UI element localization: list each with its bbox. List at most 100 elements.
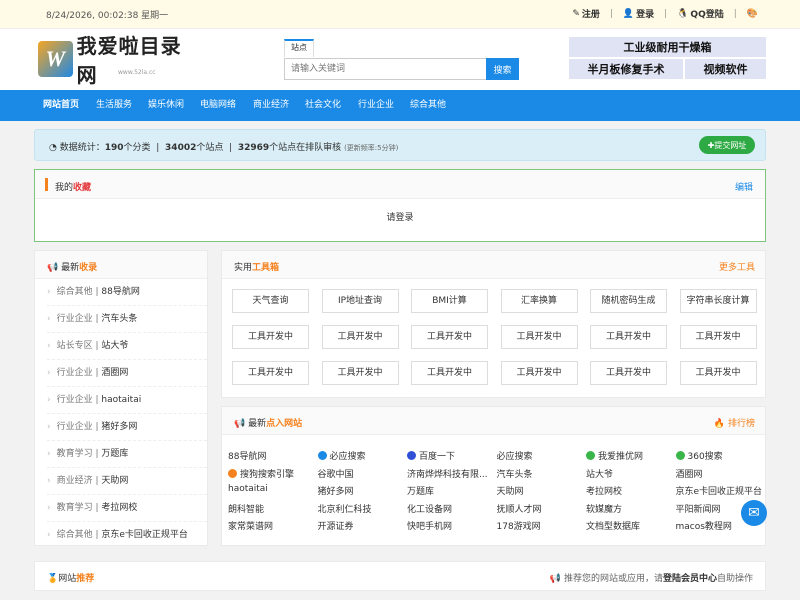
item-name: 万题库 [101,449,129,459]
tool-button[interactable]: 工具开发中 [411,361,488,385]
more-tools-link[interactable]: 更多工具 [719,260,755,273]
list-item[interactable]: › 站长专区 | 站大爷 [47,333,207,360]
search-tab-site[interactable]: 站点 [284,39,314,57]
site-link[interactable]: 必应搜索 [497,449,585,462]
list-item[interactable]: › 行业企业 | 猪好多网 [47,414,207,441]
tool-button[interactable]: 工具开发中 [411,325,488,349]
site-link[interactable]: 汽车头条 [497,467,585,480]
site-link[interactable]: 家常菜谱网 [228,519,316,532]
site-name: macos教程网 [675,522,732,532]
site-name: 必应搜索 [496,452,533,462]
nav-item-business[interactable]: 商业经济 [253,90,289,121]
list-item[interactable]: › 行业企业 | haotaitai [47,387,207,414]
site-link[interactable]: 酒圈网 [676,467,764,480]
site-link[interactable]: 京东e卡回收正规平台 [676,484,764,497]
nav-item-computer[interactable]: 电脑网络 [200,90,236,121]
site-link[interactable]: 万题库 [407,484,495,497]
tool-button[interactable]: 工具开发中 [321,325,399,349]
nav-item-industry[interactable]: 行业企业 [358,90,394,121]
site-link[interactable]: 天助网 [497,484,585,497]
site-name: 汽车头条 [496,469,533,480]
search-button[interactable]: 搜索 [486,58,519,80]
tool-button[interactable]: 工具开发中 [679,325,757,349]
site-link[interactable]: haotaitai [228,484,316,494]
login-prompt[interactable]: 请登录 [35,210,765,223]
list-item[interactable]: › 教育学习 | 考拉网校 [47,495,207,522]
chevron-right-icon: › [47,449,51,459]
tool-button[interactable]: BMI计算 [411,289,488,313]
site-link[interactable]: 济南烨烨科技有限... [407,467,495,480]
site-link[interactable]: 必应搜索 [317,449,406,462]
site-link[interactable]: 88导航网 [228,449,316,462]
nav-item-home[interactable]: 网站首页 [43,90,79,121]
title-part: 最新 [248,419,267,429]
site-link[interactable]: 软媒魔方 [586,502,674,515]
item-name: 汽车头条 [101,314,138,324]
tool-button[interactable]: 工具开发中 [232,361,309,385]
list-item[interactable]: › 行业企业 | 汽车头条 [47,306,207,333]
tool-button[interactable]: 天气查询 [232,289,309,313]
search-box: 站点 搜索 [282,38,519,80]
list-item[interactable]: › 综合其他 | 88导航网 [47,279,207,306]
ad-link[interactable]: 半月板修复手术 [569,59,683,79]
tool-button[interactable]: 随机密码生成 [590,289,667,313]
tool-button[interactable]: 工具开发中 [590,325,667,349]
nav-item-culture[interactable]: 社会文化 [305,90,341,121]
site-link[interactable]: 搜狗搜索引擎 [228,467,316,480]
tool-button[interactable]: 工具开发中 [590,361,667,385]
edit-link[interactable]: 编辑 [735,180,753,193]
skin-icon[interactable]: 🎨 [747,9,758,19]
tool-button[interactable]: 字符串长度计算 [679,289,757,313]
recommend-bar: 🏅网站推荐 📢 推荐您的网站或应用，请登陆会员中心自助操作 [34,561,766,591]
tool-button[interactable]: 工具开发中 [321,361,399,385]
site-link[interactable]: 百度一下 [407,449,495,462]
site-link[interactable]: 北京利仁科技 [318,502,406,515]
tool-button[interactable]: IP地址查询 [321,289,399,313]
list-item[interactable]: › 教育学习 | 万题库 [47,441,207,468]
site-link[interactable]: 文档型数据库 [586,519,674,532]
site-name: 我爱推优网 [598,452,644,462]
qq-login-link[interactable]: QQ登陆 [690,7,723,20]
site-name: 178游戏网 [496,522,541,532]
tool-button[interactable]: 汇率换算 [500,289,578,313]
item-category: 行业企业 [56,395,93,405]
tool-button[interactable]: 工具开发中 [679,361,757,385]
chevron-right-icon: › [47,287,51,297]
tool-button[interactable]: 工具开发中 [232,325,309,349]
search-input[interactable] [284,58,488,80]
user-icon: 👤 [622,8,635,19]
site-link[interactable]: 考拉网校 [586,484,674,497]
item-category: 教育学习 [56,449,93,459]
list-item[interactable]: › 行业企业 | 酒圈网 [47,360,207,387]
site-link[interactable]: 我爱推优网 [586,449,674,462]
nav-item-life[interactable]: 生活服务 [96,90,132,121]
list-item[interactable]: › 综合其他 | 京东e卡回收正规平台 [47,522,207,549]
nav-item-other[interactable]: 综合其他 [410,90,446,121]
site-name: 京东e卡回收正规平台 [675,487,763,497]
site-link[interactable]: 178游戏网 [497,519,585,532]
nav-item-entertainment[interactable]: 娱乐休闲 [148,90,184,121]
site-link[interactable]: 站大爷 [586,467,674,480]
site-link[interactable]: 谷歌中国 [318,467,406,480]
ad-link[interactable]: 工业级耐用干燥箱 [569,37,766,57]
stats-label: 个站点 [196,143,224,153]
site-link[interactable]: 快吧手机网 [407,519,495,532]
site-link[interactable]: 化工设备网 [407,502,495,515]
qq-chat-icon[interactable]: ✉ [741,500,767,526]
ranking-link[interactable]: 🔥 排行榜 [714,416,755,429]
site-logo[interactable]: W 我爱啦目录网 www.52la.cc [38,34,198,87]
tool-button[interactable]: 工具开发中 [500,361,578,385]
site-link[interactable]: 开源证券 [318,519,406,532]
ad-link[interactable]: 视频软件 [685,59,766,79]
login-link[interactable]: 登录 [636,7,654,20]
tool-button[interactable]: 工具开发中 [500,325,578,349]
member-center-link[interactable]: 登陆会员中心 [663,574,717,584]
site-link[interactable]: 朗科智能 [228,502,316,515]
site-link[interactable]: 抚顺人才网 [497,502,585,515]
submit-site-button[interactable]: ✚提交网址 [699,136,755,154]
logo-text: 我爱啦目录网 [76,34,182,87]
site-link[interactable]: 猪好多网 [318,484,406,497]
register-link[interactable]: 注册 [582,7,600,20]
site-link[interactable]: 360搜索 [675,449,764,462]
list-item[interactable]: › 商业经济 | 天助网 [47,468,207,495]
